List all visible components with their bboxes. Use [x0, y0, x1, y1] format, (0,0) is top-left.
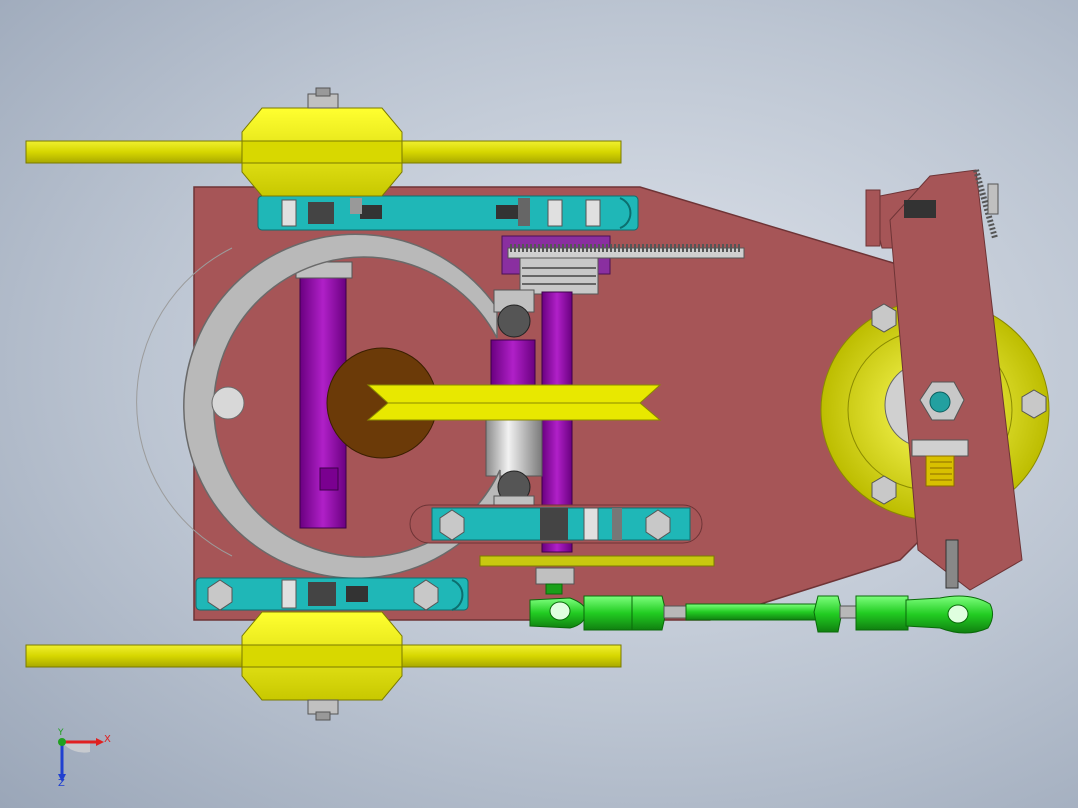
triad-z-label: Z [58, 778, 65, 789]
top-wheel [241, 87, 403, 197]
cad-model-view[interactable] [0, 0, 1078, 808]
graphics-viewport[interactable]: X Y Z [0, 0, 1078, 808]
yellow-guide-strip [479, 555, 715, 567]
triad-y-axis [58, 738, 66, 746]
axis-triad [58, 738, 104, 782]
triad-y-label: Y [58, 728, 64, 738]
triad-x-label: X [104, 734, 111, 745]
ring-hole [211, 386, 245, 420]
silver-cylinder [485, 419, 543, 477]
bottom-bearing-bar [195, 577, 469, 611]
middle-bearing-bar [409, 504, 703, 544]
top-bearing-bar [257, 195, 639, 231]
bottom-wheel [241, 611, 403, 721]
